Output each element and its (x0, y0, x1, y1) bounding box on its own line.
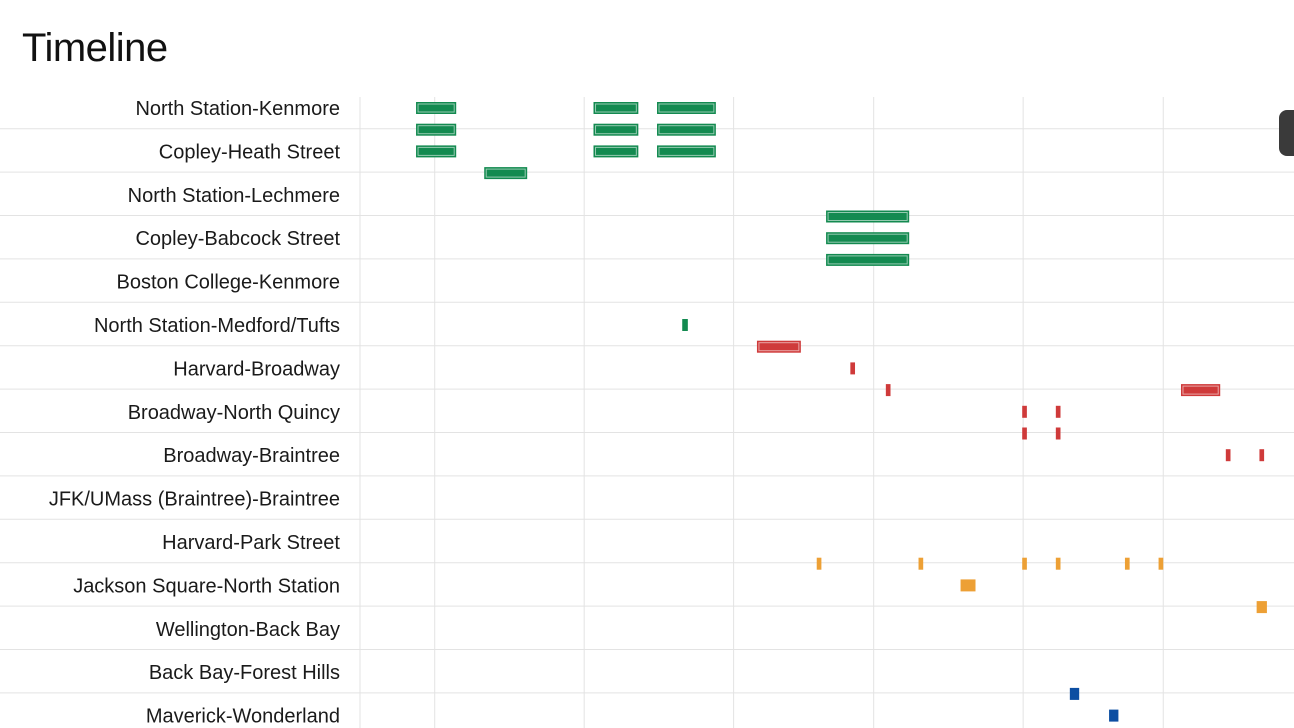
side-panel-handle[interactable] (1279, 110, 1294, 156)
event-bar[interactable] (682, 319, 688, 331)
row-label: North Station-Medford/Tufts (94, 315, 340, 337)
event-bar[interactable] (1109, 709, 1119, 722)
event-bars (416, 102, 1267, 722)
row-labels: North Station-Kenmore Copley-Heath Street… (49, 98, 341, 728)
event-bar[interactable] (1069, 687, 1080, 700)
row-label: Harvard-Park Street (162, 532, 340, 554)
event-bar[interactable] (960, 579, 976, 592)
event-bar[interactable] (1022, 405, 1027, 418)
event-bar[interactable] (1022, 557, 1027, 570)
event-bar[interactable] (1055, 405, 1061, 418)
event-bar[interactable] (918, 557, 924, 570)
event-bar[interactable] (1259, 449, 1265, 462)
row-label: Copley-Babcock Street (135, 228, 340, 250)
row-label: Harvard-Broadway (173, 358, 340, 380)
event-bar[interactable] (1055, 557, 1061, 570)
row-label: North Station-Lechmere (128, 185, 340, 207)
row-label: North Station-Kenmore (135, 98, 340, 120)
event-bar[interactable] (1158, 557, 1164, 570)
row-label: Back Bay-Forest Hills (149, 662, 340, 684)
row-label: Maverick-Wonderland (146, 706, 340, 728)
event-bar[interactable] (1256, 601, 1267, 614)
row-label: Boston College-Kenmore (117, 272, 340, 294)
row-label: Broadway-Braintree (163, 445, 340, 467)
event-bar[interactable] (1124, 557, 1130, 570)
event-bar[interactable] (816, 557, 822, 570)
row-label: Broadway-North Quincy (128, 402, 340, 424)
row-label: Jackson Square-North Station (73, 575, 340, 597)
event-bar[interactable] (1225, 449, 1231, 462)
event-bar[interactable] (1022, 427, 1027, 440)
event-bar[interactable] (885, 384, 891, 397)
row-label: Copley-Heath Street (159, 141, 341, 163)
event-bar[interactable] (850, 362, 856, 375)
row-label: Wellington-Back Bay (156, 619, 340, 641)
timeline-chart: North Station-Kenmore Copley-Heath Street… (0, 97, 1294, 728)
row-label: JFK/UMass (Braintree)-Braintree (49, 489, 340, 511)
event-bar[interactable] (1055, 427, 1061, 440)
